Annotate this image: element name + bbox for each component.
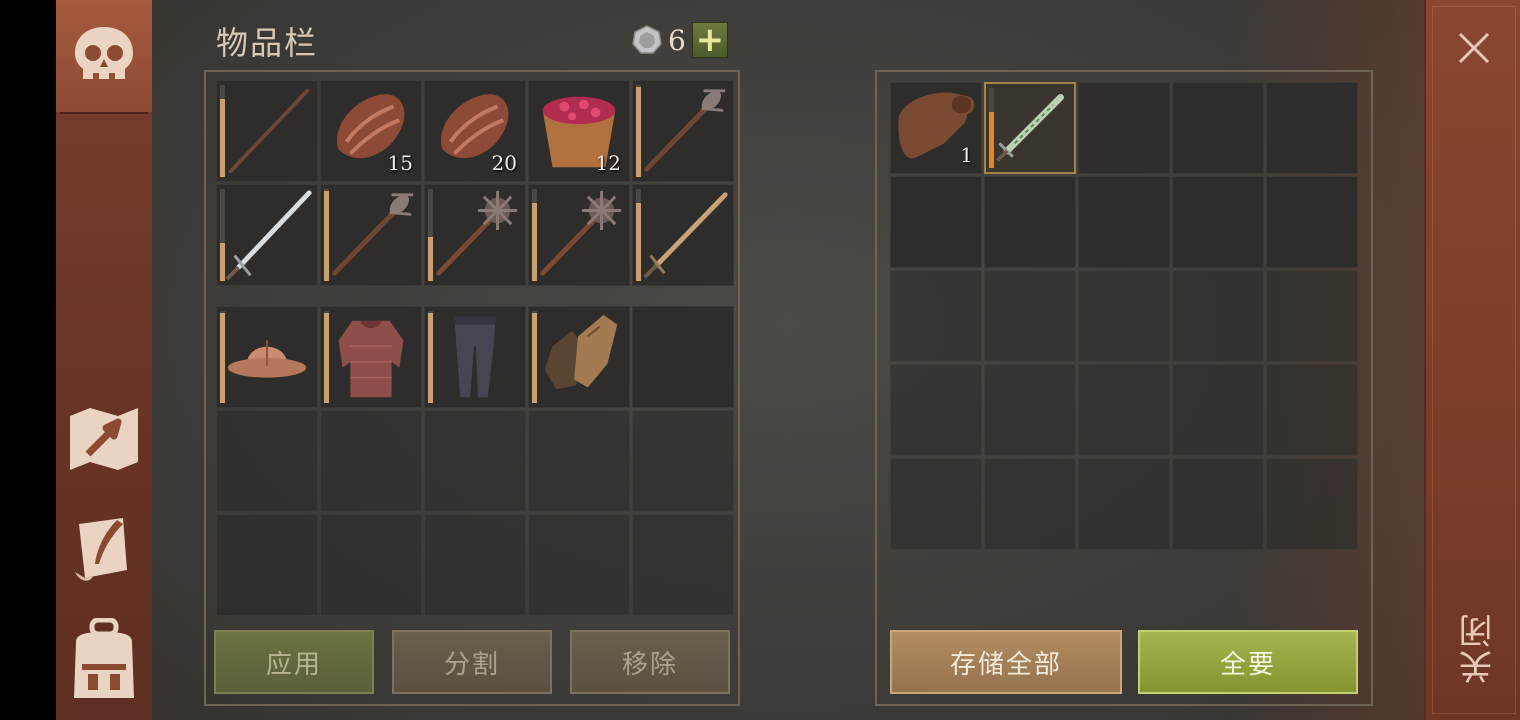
equipment-slot-legs[interactable] — [424, 306, 526, 408]
equipment-slot-empty[interactable] — [632, 306, 734, 408]
remove-button[interactable]: 移除 — [570, 630, 730, 694]
sidebar-tab-journal[interactable] — [66, 512, 142, 588]
storage-slot[interactable] — [1078, 458, 1170, 550]
equipment-slot-body[interactable] — [320, 306, 422, 408]
inventory-slot[interactable] — [632, 514, 734, 616]
inventory-slot[interactable] — [424, 514, 526, 616]
inventory-slot[interactable] — [320, 410, 422, 512]
inventory-slot[interactable] — [424, 410, 526, 512]
silver-coin-icon — [632, 25, 662, 54]
storage-slot[interactable] — [1266, 270, 1358, 362]
spiked-mace-icon — [332, 193, 414, 276]
storage-slot[interactable] — [890, 270, 982, 362]
equipment-slot-hands[interactable] — [528, 306, 630, 408]
bronze-sword-icon — [643, 192, 728, 279]
inventory-slot[interactable] — [320, 514, 422, 616]
inventory-slot[interactable] — [528, 184, 630, 286]
item-quantity: 20 — [491, 151, 517, 175]
storage-slot[interactable] — [1172, 176, 1264, 268]
kettle-helmet-icon — [227, 340, 307, 378]
item-quantity: 15 — [387, 151, 413, 175]
inventory-slot[interactable] — [216, 184, 318, 286]
inventory-slot[interactable] — [216, 410, 318, 512]
equipment-grid — [216, 306, 734, 408]
storage-slot[interactable] — [1078, 82, 1170, 174]
inventory-slot[interactable]: 15 — [320, 80, 422, 182]
storage-slot[interactable] — [1266, 458, 1358, 550]
staff-icon — [228, 88, 310, 174]
storage-slot[interactable] — [1266, 82, 1358, 174]
equipment-slot-head[interactable] — [216, 306, 318, 408]
chainmail-armor-icon — [338, 320, 404, 398]
close-icon[interactable] — [1456, 30, 1492, 66]
inventory-slot[interactable]: 12 — [528, 80, 630, 182]
storage-slot[interactable] — [890, 176, 982, 268]
jade-dagger-icon — [996, 94, 1064, 162]
inventory-empty-grid — [216, 410, 734, 616]
close-bar: 关闭 — [1424, 0, 1520, 720]
sidebar-tab-backpack[interactable] — [66, 618, 142, 700]
storage-slot[interactable] — [1172, 270, 1264, 362]
storage-slot[interactable] — [984, 364, 1076, 456]
inventory-slot[interactable] — [320, 184, 422, 286]
storage-slot[interactable] — [1078, 176, 1170, 268]
scroll-quill-icon — [75, 518, 127, 581]
left-letterbox — [0, 0, 56, 720]
sidebar-tab-character[interactable] — [56, 0, 152, 112]
inventory-slot[interactable] — [216, 514, 318, 616]
spiked-mace-icon — [644, 89, 726, 172]
storage-slot[interactable] — [1172, 82, 1264, 174]
crafting-map-icon — [70, 408, 138, 470]
add-currency-button[interactable]: + — [691, 22, 728, 58]
storage-slot[interactable] — [1078, 364, 1170, 456]
storage-slot[interactable] — [1172, 458, 1264, 550]
inventory-grid: 15 20 12 — [216, 80, 734, 286]
page-title: 物品栏 — [216, 24, 319, 62]
storage-slot[interactable] — [984, 458, 1076, 550]
store-all-button[interactable]: 存储全部 — [890, 630, 1122, 694]
currency-count: 6 — [668, 23, 686, 57]
storage-slot[interactable] — [1266, 364, 1358, 456]
close-label[interactable]: 关闭 — [1454, 612, 1499, 684]
inventory-slot[interactable]: 20 — [424, 80, 526, 182]
leather-gloves-icon — [544, 314, 618, 390]
storage-slot[interactable] — [1078, 270, 1170, 362]
split-button[interactable]: 分割 — [392, 630, 552, 694]
storage-slot[interactable] — [984, 176, 1076, 268]
storage-slot[interactable] — [1266, 176, 1358, 268]
sidebar — [56, 0, 152, 720]
inventory-slot[interactable] — [528, 514, 630, 616]
storage-slot[interactable]: 1 — [890, 82, 982, 174]
item-quantity: 12 — [595, 151, 621, 175]
longsword-icon — [225, 190, 312, 281]
inventory-slot[interactable] — [632, 184, 734, 286]
storage-slot[interactable] — [890, 458, 982, 550]
inventory-slot[interactable] — [216, 80, 318, 182]
storage-slot[interactable] — [890, 364, 982, 456]
morning-star-icon — [436, 190, 518, 276]
apply-button[interactable]: 应用 — [214, 630, 374, 694]
storage-grid: 1 — [890, 82, 1358, 550]
inventory-slot[interactable] — [528, 410, 630, 512]
backpack-icon — [74, 618, 134, 698]
storage-slot[interactable] — [1172, 364, 1264, 456]
inventory-slot[interactable] — [632, 80, 734, 182]
inventory-slot[interactable] — [424, 184, 526, 286]
currency-display: 6 + — [632, 22, 728, 58]
inventory-slot[interactable] — [632, 410, 734, 512]
skull-icon — [66, 18, 142, 94]
close-bar-frame — [1432, 6, 1516, 714]
item-quantity: 1 — [960, 143, 973, 167]
morning-star-icon — [540, 190, 622, 276]
storage-slot[interactable] — [984, 270, 1076, 362]
sidebar-tab-crafting[interactable] — [66, 400, 142, 476]
take-all-button[interactable]: 全要 — [1138, 630, 1358, 694]
storage-slot-selected[interactable] — [984, 82, 1076, 174]
sidebar-divider — [60, 112, 148, 114]
leg-armor-icon — [454, 316, 496, 398]
